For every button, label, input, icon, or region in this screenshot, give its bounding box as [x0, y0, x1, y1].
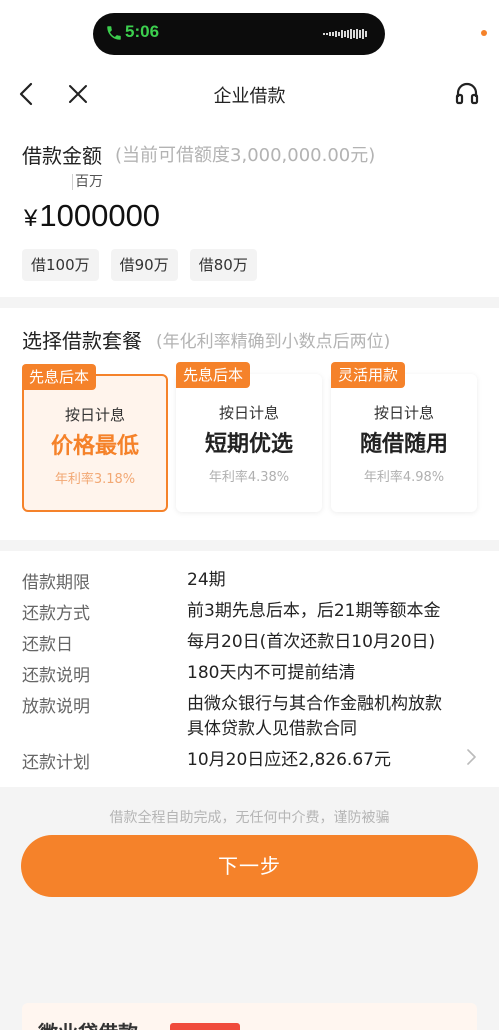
- detail-key: 还款说明: [22, 666, 90, 686]
- dynamic-island: 5:06: [93, 13, 385, 55]
- audio-wave-icon: [323, 29, 367, 39]
- page-title: 企业借款: [213, 86, 286, 107]
- plan-card-short-term[interactable]: 先息后本 按日计息 短期优选 年利率4.38%: [176, 362, 322, 512]
- anti-fraud-disclaimer: 借款全程自助完成，无任何中介费，谨防被骗: [109, 810, 390, 826]
- detail-value: 由微众银行与其合作金融机构放款 具体贷款人见借款合同: [187, 694, 442, 739]
- phone-icon: [107, 26, 121, 40]
- loan-plan-section: 选择借款套餐 (年化利率精确到小数点后两位) 先息后本 按日计息 价格最低 年利…: [0, 308, 499, 540]
- detail-key: 还款日: [22, 635, 73, 655]
- loan-amount-section: 借款金额 (当前可借额度3,000,000.00元) 百万 ¥1000000 借…: [0, 122, 499, 297]
- promo-badge: [170, 1023, 240, 1030]
- status-indicator-dot: [481, 30, 487, 36]
- detail-value: 前3期先息后本，后21期等额本金: [187, 601, 441, 621]
- plan-card-flexible[interactable]: 灵活用款 按日计息 随借随用 年利率4.98%: [331, 362, 477, 512]
- plan-tag: 灵活用款: [331, 362, 406, 388]
- plan-tag: 先息后本: [176, 362, 251, 388]
- quick-amount-90w[interactable]: 借90万: [110, 249, 178, 281]
- plan-card-lowest-price[interactable]: 先息后本 按日计息 价格最低 年利率3.18%: [22, 364, 168, 512]
- plan-hint: (年化利率精确到小数点后两位): [156, 332, 391, 352]
- promo-title: 微业贷借款: [38, 1017, 138, 1030]
- status-time: 5:06: [125, 22, 160, 41]
- plan-label: 选择借款套餐: [22, 329, 142, 353]
- promo-card[interactable]: 微业贷借款: [22, 1003, 477, 1030]
- headset-icon[interactable]: [453, 80, 481, 108]
- plan-interest-type: 按日计息: [373, 404, 434, 422]
- chevron-right-icon[interactable]: [465, 746, 477, 768]
- quick-amount-options: 借100万 借90万 借80万: [22, 249, 257, 281]
- detail-key: 还款方式: [22, 604, 90, 624]
- detail-value: 每月20日(首次还款日10月20日): [187, 632, 436, 652]
- plan-rate: 年利率4.98%: [363, 470, 445, 485]
- plan-rate: 年利率4.38%: [208, 470, 290, 485]
- detail-value: 10月20日应还2,826.67元: [187, 750, 391, 770]
- quick-amount-100w[interactable]: 借100万: [22, 249, 99, 281]
- detail-key: 放款说明: [22, 697, 90, 717]
- amount-unit-tag: 百万: [72, 174, 103, 190]
- detail-value: 180天内不可提前结清: [187, 663, 356, 683]
- quick-amount-80w[interactable]: 借80万: [189, 249, 257, 281]
- detail-key: 借款期限: [22, 573, 90, 593]
- amount-input[interactable]: ¥1000000: [24, 198, 160, 234]
- next-step-button[interactable]: 下一步: [21, 835, 478, 897]
- nav-bar: 企业借款: [0, 66, 499, 122]
- plan-name: 价格最低: [50, 434, 139, 459]
- amount-label: 借款金额: [22, 144, 102, 168]
- currency-symbol: ¥: [24, 205, 38, 232]
- plan-interest-type: 按日计息: [64, 406, 125, 424]
- status-bar: 5:06: [0, 0, 499, 66]
- amount-value: 1000000: [39, 198, 161, 233]
- plan-name: 短期优选: [204, 432, 293, 457]
- plan-tag: 先息后本: [22, 364, 97, 390]
- amount-limit-hint: (当前可借额度3,000,000.00元): [115, 145, 376, 166]
- plan-rate: 年利率3.18%: [54, 472, 136, 487]
- loan-details-section: 借款期限 24期 还款方式 前3期先息后本，后21期等额本金 还款日 每月20日…: [0, 551, 499, 787]
- plan-name: 随借随用: [359, 432, 448, 457]
- detail-row-repayment-plan[interactable]: 还款计划 10月20日应还2,826.67元: [22, 748, 482, 774]
- plan-interest-type: 按日计息: [218, 404, 279, 422]
- detail-key: 还款计划: [22, 753, 90, 773]
- detail-value: 24期: [187, 570, 226, 590]
